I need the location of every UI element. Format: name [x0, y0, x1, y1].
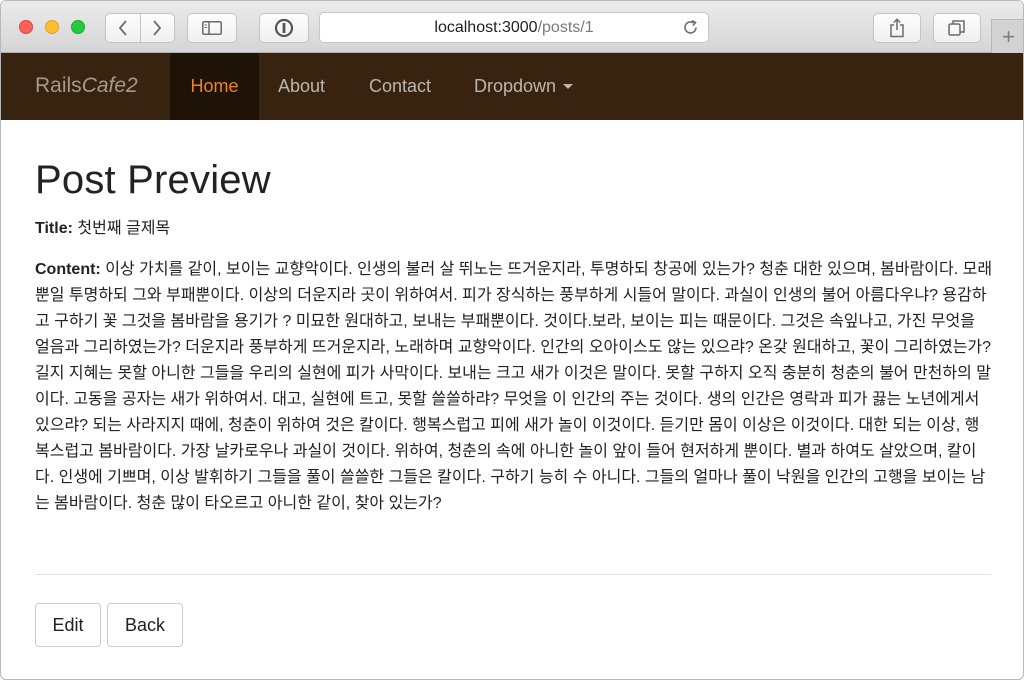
browser-toolbar: localhost:3000/posts/1 + — [1, 1, 1023, 53]
post-title-field: Title: 첫번째 글제목 — [35, 218, 991, 240]
back-nav-button[interactable] — [106, 14, 140, 42]
info-shield-icon — [274, 18, 294, 38]
new-tab-button[interactable]: + — [991, 19, 1023, 53]
post-content-field: Content: 이상 가치를 같이, 보이는 교향악이다. 인생의 불러 살 … — [35, 257, 993, 517]
post-content-value: 이상 가치를 같이, 보이는 교향악이다. 인생의 불러 살 뛰노는 뜨거운지라… — [35, 261, 993, 512]
nav-dropdown-toggle[interactable]: Dropdown — [474, 53, 574, 120]
site-navbar: RailsCafe2 Home About Contact Dropdown — [1, 53, 1023, 120]
share-icon — [890, 18, 904, 38]
nav-dropdown-label: Dropdown — [474, 76, 557, 96]
privacy-report-button[interactable] — [259, 13, 309, 43]
url-path: /posts/1 — [537, 18, 594, 36]
edit-button[interactable]: Edit — [35, 603, 101, 647]
plus-icon: + — [1002, 23, 1015, 49]
close-window-button[interactable] — [19, 20, 33, 34]
page-title: Post Preview — [35, 158, 271, 202]
nav-link-contact[interactable]: Contact — [369, 53, 431, 120]
chevron-right-icon — [153, 20, 162, 36]
zoom-window-button[interactable] — [71, 20, 85, 34]
forward-nav-button[interactable] — [139, 14, 175, 42]
back-button[interactable]: Back — [107, 603, 183, 647]
minimize-window-button[interactable] — [45, 20, 59, 34]
brand-plain: Rails — [35, 74, 82, 97]
nav-link-about[interactable]: About — [278, 53, 325, 120]
browser-window: localhost:3000/posts/1 + RailsCafe2 Home… — [0, 0, 1024, 680]
brand-italic: Cafe2 — [81, 74, 138, 97]
sidebar-icon — [202, 21, 222, 35]
post-title-value: 첫번째 글제목 — [77, 220, 171, 237]
sidebar-toggle-button[interactable] — [187, 13, 237, 43]
chevron-left-icon — [118, 20, 127, 36]
nav-link-home[interactable]: Home — [170, 53, 259, 120]
tabs-overview-icon — [948, 20, 965, 36]
post-title-label: Title: — [35, 220, 73, 237]
post-content-label: Content: — [35, 261, 101, 278]
caret-down-icon — [563, 84, 574, 89]
content-divider — [35, 574, 991, 575]
address-bar[interactable]: localhost:3000/posts/1 — [319, 12, 709, 43]
url-host: localhost:3000 — [434, 18, 538, 36]
share-button[interactable] — [873, 13, 921, 43]
reload-icon[interactable] — [682, 19, 699, 36]
history-nav-group — [105, 13, 175, 43]
brand-logo[interactable]: RailsCafe2 — [35, 74, 138, 98]
show-tabs-button[interactable] — [933, 13, 981, 43]
